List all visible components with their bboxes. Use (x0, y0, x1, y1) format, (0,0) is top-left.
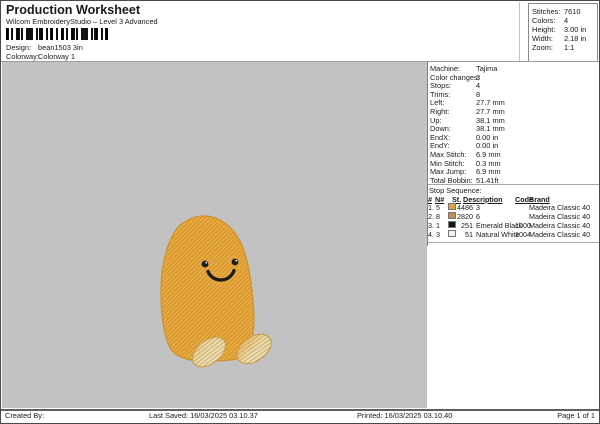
stitch-count: 2820 (457, 211, 473, 221)
design-preview (160, 215, 272, 368)
production-worksheet-page: Production Worksheet Wilcom EmbroiderySt… (0, 0, 600, 424)
right-eye-glint (235, 259, 238, 262)
machine-info-row: Max Jump: 6.9 mm (430, 167, 598, 176)
needle-num: 3 (436, 229, 440, 239)
thread-brand: Madeira Classic 40 (529, 229, 591, 239)
created-by-label: Created By: (5, 411, 45, 420)
machine-info-row: Min Stitch: 0.3 mm (430, 159, 598, 168)
page-title: Production Worksheet (6, 3, 141, 17)
summary-row: Stitches: 7610 (532, 7, 597, 16)
needle-num: 1 (436, 220, 440, 230)
machine-info-row: Color changes: 3 (430, 73, 598, 82)
thread-brand: Madeira Classic 40 (529, 220, 591, 230)
stop-sequence-row: 3. 1 251 Emerald Black 1000 Madeira Clas… (427, 220, 599, 230)
stop-sequence-row: 2. 8 2820 6 Madeira Classic 40 (427, 211, 599, 221)
header-divider (519, 2, 520, 62)
machine-info-row: Down: 38.1 mm (430, 124, 598, 133)
summary-label: Height: (532, 24, 556, 34)
last-saved-text: Last Saved: 16/03/2025 03.10.37 (149, 411, 258, 420)
stop-sequence-bottom-line (428, 242, 599, 243)
stop-sequence-header-row: # N# St. Description Code Brand (427, 195, 599, 204)
printed-text: Printed: 16/03/2025 03.10.40 (357, 411, 453, 420)
design-value: bean1503 3in (38, 43, 83, 52)
thread-brand: Madeira Classic 40 (529, 211, 591, 221)
stop-sequence-title: Stop Sequence: (429, 185, 482, 195)
design-canvas (2, 62, 427, 408)
machine-info-row: Stops: 4 (430, 81, 598, 90)
machine-info-row: Trims: 8 (430, 90, 598, 99)
stop-sequence-row: 1. 5 4486 3 Madeira Classic 40 (427, 202, 599, 212)
summary-value: 1:1 (564, 43, 575, 53)
summary-label: Zoom: (532, 43, 553, 53)
stitch-count: 51 (465, 229, 473, 239)
summary-row: Width: 2.18 in (532, 34, 597, 43)
needle-num: 8 (436, 211, 440, 221)
stitch-count: 251 (461, 220, 473, 230)
machine-info-row: Max Stitch: 6.9 mm (430, 150, 598, 159)
colorway-label: Colorway: (6, 52, 39, 61)
software-subtitle: Wilcom EmbroideryStudio – Level 3 Advanc… (6, 17, 158, 26)
summary-value: 3.00 in (564, 24, 587, 34)
stop-sequence-table: 1. 5 4486 3 Madeira Classic 40 2. 8 2820… (427, 202, 599, 239)
summary-label: Stitches: (532, 6, 561, 16)
thread-description: 3 (476, 202, 480, 212)
stop-num: 3. (428, 220, 434, 230)
design-label: Design: (6, 43, 32, 52)
design-summary-box: Stitches: 7610 Colors: 4 Height: 3.00 in Wi… (528, 3, 598, 62)
stop-num: 2. (428, 211, 434, 221)
thread-brand: Madeira Classic 40 (529, 202, 591, 212)
machine-info-row: Right: 27.7 mm (430, 107, 598, 116)
thread-description: 6 (476, 211, 480, 221)
thread-description: Natural White (476, 229, 520, 239)
machine-info-row: EndX: 0.00 in (430, 133, 598, 142)
footer-separator-line (1, 409, 599, 411)
left-eye-glint (205, 261, 208, 264)
machine-info-row: Up: 38.1 mm (430, 116, 598, 125)
barcode-icon (6, 28, 110, 40)
stop-sequence-top-line (428, 184, 599, 185)
summary-row: Height: 3.00 in (532, 25, 597, 34)
stitch-count: 4486 (457, 202, 473, 212)
left-eye (201, 260, 209, 268)
machine-info-row: Left: 27.7 mm (430, 98, 598, 107)
machine-info-row: Machine: Tajima (430, 64, 598, 73)
needle-num: 5 (436, 202, 440, 212)
summary-row: Zoom: 1:1 (532, 43, 597, 52)
page-number: Page 1 of 1 (557, 411, 595, 420)
stop-num: 4. (428, 229, 434, 239)
summary-value: 7610 (564, 6, 581, 16)
right-eye (231, 258, 239, 266)
summary-row: Colors: 4 (532, 16, 597, 25)
summary-label: Colors: (532, 15, 556, 25)
summary-label: Width: (532, 34, 553, 44)
stop-num: 1. (428, 202, 434, 212)
summary-value: 4 (564, 15, 569, 25)
colorway-value: Colorway 1 (38, 52, 75, 61)
machine-info-panel: Machine: Tajima Color changes: 3 Stops: 4 T… (430, 64, 598, 185)
machine-info-row: EndY: 0.00 in (430, 141, 598, 150)
stop-sequence-row: 4. 3 51 Natural White 1004 Madeira Class… (427, 229, 599, 239)
summary-value: 2.18 in (564, 34, 587, 44)
